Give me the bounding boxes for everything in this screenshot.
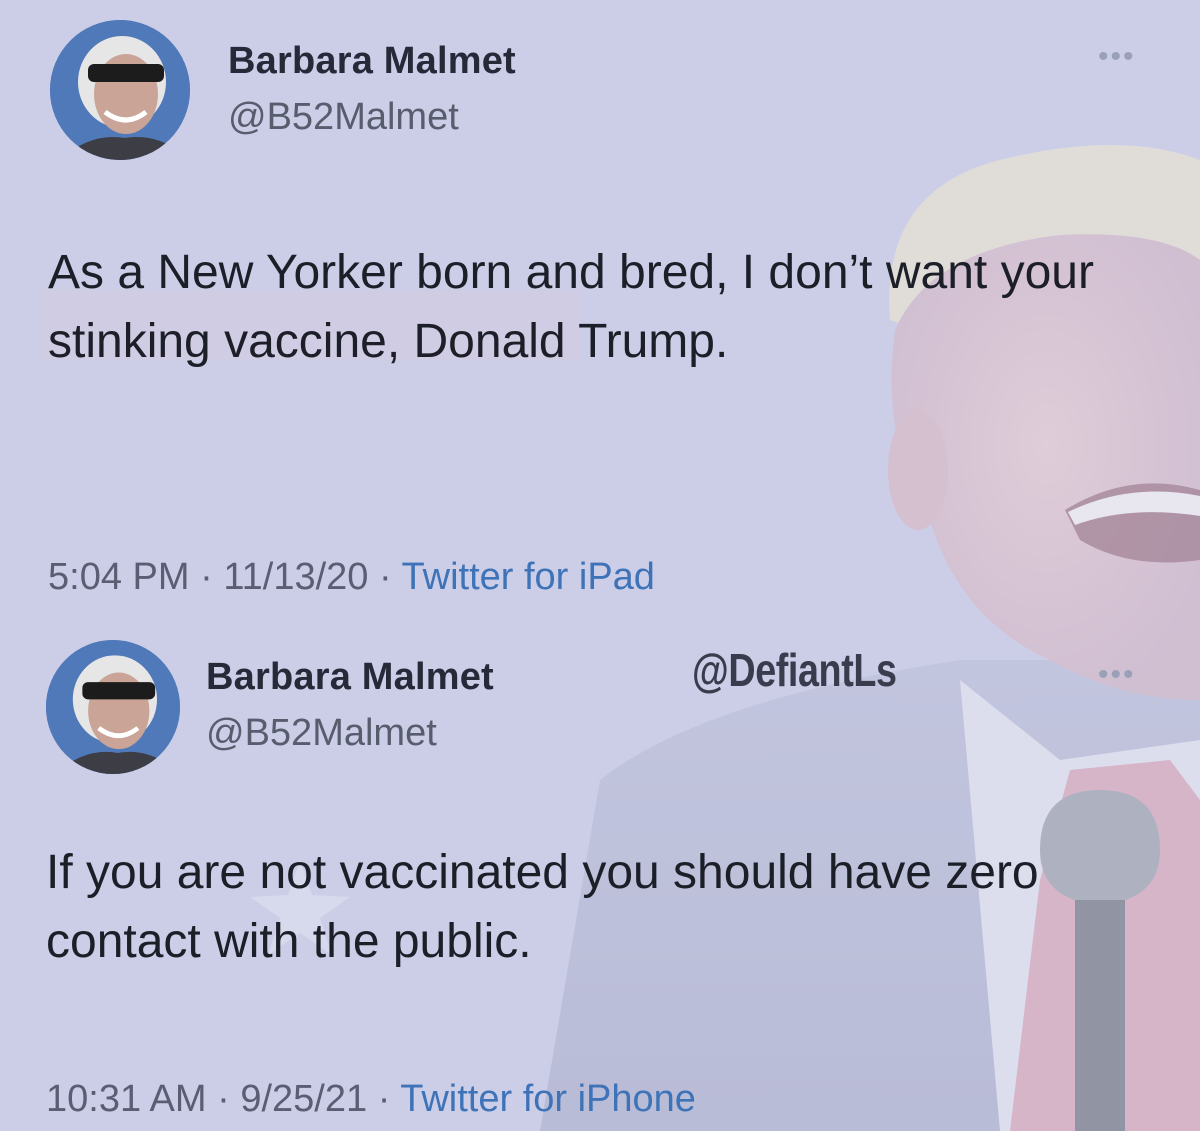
handle[interactable]: @B52Malmet xyxy=(206,712,437,755)
tweet-date[interactable]: 9/25/21 xyxy=(240,1078,367,1120)
tweet-text: If you are not vaccinated you should hav… xyxy=(46,846,1039,969)
tweet-source-link[interactable]: Twitter for iPhone xyxy=(400,1078,696,1120)
watermark: @DefiantLs xyxy=(692,644,897,696)
more-dots-icon[interactable]: ••• xyxy=(1098,658,1136,692)
meta-separator: · xyxy=(367,1078,401,1120)
meta-separator: · xyxy=(206,1078,241,1120)
avatar[interactable] xyxy=(46,640,180,774)
display-name[interactable]: Barbara Malmet xyxy=(206,656,494,699)
tweet-time[interactable]: 10:31 AM xyxy=(46,1078,207,1120)
avatar-image xyxy=(46,640,180,774)
tweet-2: Barbara Malmet @B52Malmet ••• If you are… xyxy=(0,0,1200,1131)
tweet-meta: 10:31 AM · 9/25/21 · Twitter for iPhone xyxy=(46,1078,696,1121)
